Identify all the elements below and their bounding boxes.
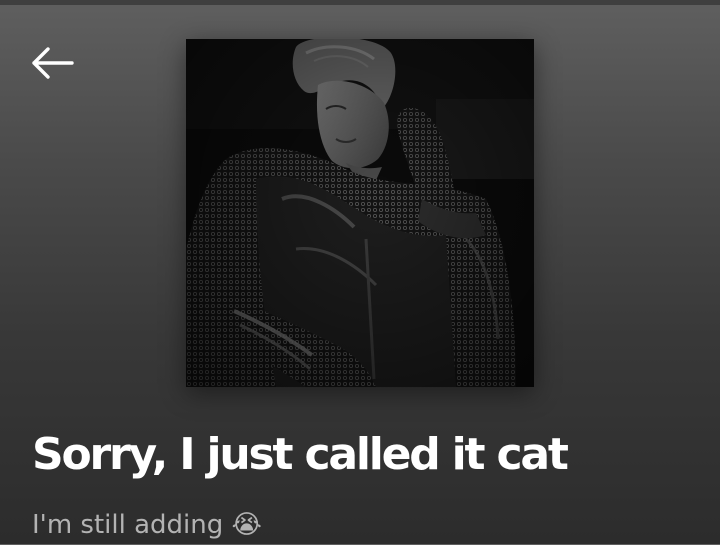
playlist-description: I'm still adding 😭	[32, 510, 262, 540]
playlist-cover-image	[186, 39, 534, 387]
status-strip	[0, 0, 720, 5]
back-button[interactable]	[26, 40, 78, 86]
playlist-title: Sorry, I just called it cat	[32, 429, 569, 480]
